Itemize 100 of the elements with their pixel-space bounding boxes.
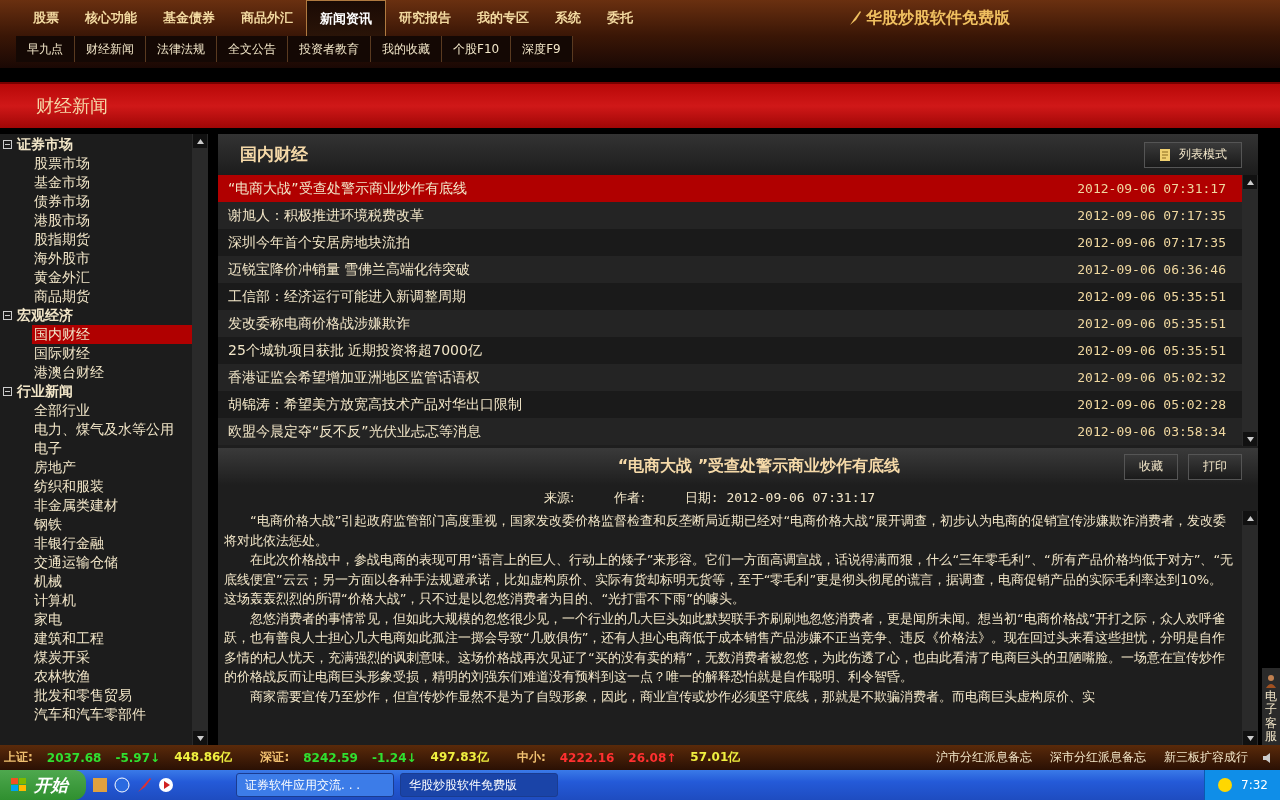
tree-item[interactable]: 非金属类建材 — [32, 496, 192, 515]
list-mode-button[interactable]: 列表模式 — [1144, 141, 1242, 168]
news-time: 2012-09-06 07:17:35 — [1077, 235, 1226, 250]
quote-value: -1.24↓ — [371, 750, 417, 765]
tree-item[interactable]: 纺织和服装 — [32, 477, 192, 496]
tree-group[interactable]: 行业新闻 — [0, 382, 192, 401]
tree-item[interactable]: 钢铁 — [32, 515, 192, 534]
news-row[interactable]: 深圳今年首个安居房地块流拍 2012-09-06 07:17:35 — [218, 229, 1242, 256]
nav-tab[interactable]: 我的专区 — [464, 0, 542, 36]
tree-item[interactable]: 农林牧渔 — [32, 667, 192, 686]
news-row[interactable]: “电商大战”受查处警示商业炒作有底线 2012-09-06 07:31:17 — [218, 175, 1242, 202]
tree-item[interactable]: 批发和零售贸易 — [32, 686, 192, 705]
sub-nav-item[interactable]: 全文公告 — [217, 36, 288, 62]
quote-value: 57.01亿 — [690, 749, 741, 766]
article-paragraph: 忽悠消费者的事情常见，但如此大规模的忽悠很少见，一个行业的几大巨头如此默契联手齐刷刷地忽悠消费者，更是闻所未闻。想当初“电商价格战”开打之际，众人欢呼雀跃，也有善良人士担心几大电商如此孤注一掷会导致“几败俱伤”，还有人担心电商低于成本销售产品涉嫌不正当竞争、违反《价格法》。现在回过头来看这些担忧，分明是自作多情的杞人忧天，充满强烈的讽刺意味。这场价格战再次见证了“买的没有卖的精”，无数消费者被忽悠，为此伤透了心，也由此看清了电商巨头的丑陋嘴脸。一场意在宣传炒作的价格战反而让电商巨头形象受损，精明的刘强东们难道没有预料到这一点？唯一的解释恐怕就是自作聪明、利令智昏。 — [224, 609, 1227, 686]
nav-tab[interactable]: 委托 — [594, 0, 646, 36]
group-label: 证券市场 — [17, 135, 73, 154]
news-row[interactable]: 迈锐宝降价冲销量 雪佛兰高端化待突破 2012-09-06 06:36:46 — [218, 256, 1242, 283]
headline: 工信部：经济运行可能进入新调整周期 — [228, 287, 466, 306]
news-time: 2012-09-06 07:31:17 — [1077, 181, 1226, 196]
tree-item[interactable]: 房地产 — [32, 458, 192, 477]
tree-item[interactable]: 电子 — [32, 439, 192, 458]
tree-item[interactable]: 家电 — [32, 610, 192, 629]
headline: 发改委称电商价格战涉嫌欺诈 — [228, 314, 410, 333]
tree-item[interactable]: 计算机 — [32, 591, 192, 610]
article-action-button[interactable]: 收藏 — [1124, 453, 1178, 480]
quick-launch-icon[interactable] — [92, 777, 108, 793]
news-row[interactable]: 欧盟今晨定夺“反不反”光伏业忐忑等消息 2012-09-06 03:58:34 — [218, 418, 1242, 445]
quote-value: 深证: — [260, 749, 290, 766]
article-paragraph: 商家需要宣传乃至炒作，但宣传炒作显然不是为了自毁形象，因此，商业宣传或炒作必须坚守底线，那就是不欺骗消费者。而电商巨头虚构原价、实 — [249, 687, 1096, 706]
group-label: 宏观经济 — [17, 306, 73, 325]
tree-group[interactable]: 宏观经济 — [0, 306, 192, 325]
nav-tab[interactable]: 研究报告 — [386, 0, 464, 36]
tree-item[interactable]: 机械 — [32, 572, 192, 591]
quote-value: 上证: — [4, 749, 33, 766]
news-time: 2012-09-06 07:17:35 — [1077, 208, 1226, 223]
sub-nav-item[interactable]: 个股F10 — [442, 36, 512, 62]
taskbar-task[interactable]: 证券软件应用交流. . . — [236, 773, 394, 797]
sub-nav-item[interactable]: 早九点 — [16, 36, 75, 62]
quote-value: -5.97↓ — [115, 750, 161, 765]
nav-tab[interactable]: 系统 — [542, 0, 594, 36]
sub-nav-item[interactable]: 我的收藏 — [371, 36, 442, 62]
tree-item[interactable]: 商品期货 — [32, 287, 192, 306]
nav-tab[interactable]: 基金债券 — [150, 0, 228, 36]
news-row[interactable]: 25个城轨项目获批 近期投资将超7000亿 2012-09-06 05:35:51 — [218, 337, 1242, 364]
play-icon[interactable] — [158, 777, 174, 793]
scrollbar[interactable] — [192, 134, 208, 745]
tree-group[interactable]: 证券市场 — [0, 135, 192, 154]
sub-nav-item[interactable]: 投资者教育 — [288, 36, 371, 62]
brush-icon — [848, 10, 862, 26]
quote-value: 497.83亿 — [430, 749, 489, 766]
tree-item[interactable]: 债券市场 — [32, 192, 192, 211]
news-row[interactable]: 谢旭人：积极推进环境税费改革 2012-09-06 07:17:35 — [218, 202, 1242, 229]
status-link[interactable]: 新三板扩容成行 — [1164, 749, 1248, 766]
list-title: 国内财经 — [240, 143, 308, 166]
headline: 欧盟今晨定夺“反不反”光伏业忐忑等消息 — [228, 422, 481, 441]
taskbar-task[interactable]: 华股炒股软件免费版 — [400, 773, 558, 797]
nav-tab[interactable]: 股票 — [20, 0, 72, 36]
side-tab[interactable]: 电子客服 — [1262, 668, 1280, 745]
article-action-button[interactable]: 打印 — [1188, 453, 1242, 480]
tree-item[interactable]: 基金市场 — [32, 173, 192, 192]
tree-item[interactable]: 股票市场 — [32, 154, 192, 173]
tree-item[interactable]: 电力、煤气及水等公用 — [32, 420, 192, 439]
status-link[interactable]: 沪市分红派息备忘 — [936, 749, 1032, 766]
tree-item[interactable]: 国内财经 — [32, 325, 192, 344]
sub-nav-item[interactable]: 深度F9 — [511, 36, 573, 62]
news-row[interactable]: 工信部：经济运行可能进入新调整周期 2012-09-06 05:35:51 — [218, 283, 1242, 310]
news-time: 2012-09-06 05:35:51 — [1077, 343, 1226, 358]
scrollbar[interactable] — [1242, 175, 1258, 446]
sub-nav-item[interactable]: 法律法规 — [146, 36, 217, 62]
scrollbar[interactable] — [1242, 511, 1258, 745]
nav-tab[interactable]: 新闻资讯 — [306, 0, 386, 36]
tree-item[interactable]: 股指期货 — [32, 230, 192, 249]
news-row[interactable]: 发改委称电商价格战涉嫌欺诈 2012-09-06 05:35:51 — [218, 310, 1242, 337]
news-time: 2012-09-06 05:02:28 — [1077, 397, 1226, 412]
news-row[interactable]: 香港证监会希望增加亚洲地区监管话语权 2012-09-06 05:02:32 — [218, 364, 1242, 391]
collapse-toggle-icon[interactable] — [3, 387, 12, 396]
headline: 25个城轨项目获批 近期投资将超7000亿 — [228, 341, 482, 360]
clock: 7:32 — [1241, 778, 1268, 792]
nav-tab[interactable]: 核心功能 — [72, 0, 150, 36]
tree-item[interactable]: 海外股市 — [32, 249, 192, 268]
nav-tab[interactable]: 商品外汇 — [228, 0, 306, 36]
tree-item[interactable]: 非银行金融 — [32, 534, 192, 553]
news-row[interactable]: 胡锦涛：希望美方放宽高技术产品对华出口限制 2012-09-06 05:02:28 — [218, 391, 1242, 418]
tree-item[interactable]: 交通运输仓储 — [32, 553, 192, 572]
tree-item[interactable]: 汽车和汽车零部件 — [32, 705, 192, 724]
tree-item[interactable]: 全部行业 — [32, 401, 192, 420]
tree-item[interactable]: 煤炭开采 — [32, 648, 192, 667]
author-label: 作者: — [614, 489, 645, 507]
collapse-toggle-icon[interactable] — [3, 140, 12, 149]
headline: 谢旭人：积极推进环境税费改革 — [228, 206, 424, 225]
tree-item[interactable]: 黄金外汇 — [32, 268, 192, 287]
tree-item[interactable]: 国际财经 — [32, 344, 192, 363]
tree-item[interactable]: 建筑和工程 — [32, 629, 192, 648]
section-banner: 财经新闻 — [0, 82, 1280, 128]
tree-item[interactable]: 港股市场 — [32, 211, 192, 230]
sub-nav-item[interactable]: 财经新闻 — [75, 36, 146, 62]
status-link[interactable]: 深市分红派息备忘 — [1050, 749, 1146, 766]
tree-item[interactable]: 港澳台财经 — [32, 363, 192, 382]
collapse-toggle-icon[interactable] — [3, 311, 12, 320]
